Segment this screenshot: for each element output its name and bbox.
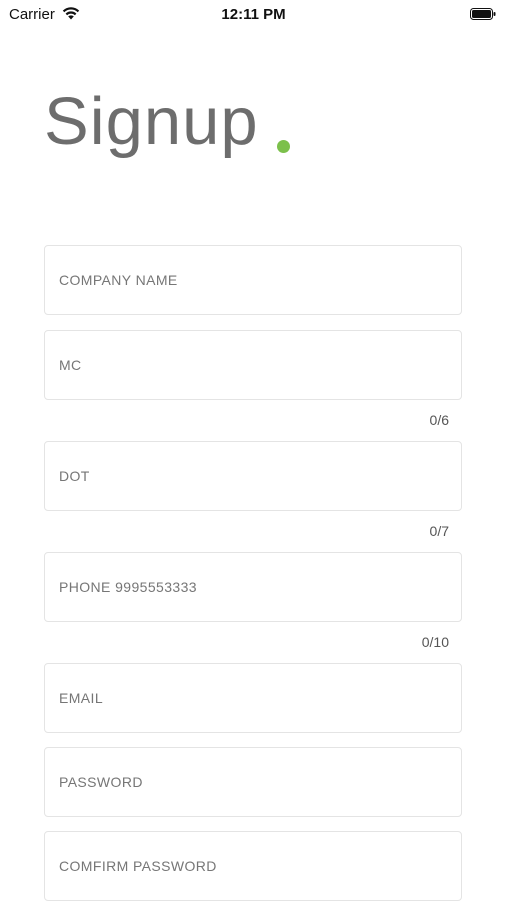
confirm-password-input[interactable] xyxy=(45,832,461,900)
status-bar: Carrier 12:11 PM xyxy=(0,0,507,30)
company-name-input[interactable] xyxy=(45,246,461,314)
mc-character-counter: 0/6 xyxy=(429,412,449,428)
battery-full-icon xyxy=(470,8,496,20)
email-field[interactable] xyxy=(44,663,462,733)
dot-input[interactable] xyxy=(45,442,461,510)
mc-field[interactable] xyxy=(44,330,462,400)
phone-input[interactable] xyxy=(45,553,461,621)
confirm-password-field[interactable] xyxy=(44,831,462,901)
password-field[interactable] xyxy=(44,747,462,817)
email-input[interactable] xyxy=(45,664,461,732)
page-header: Signup xyxy=(44,82,290,172)
status-time: 12:11 PM xyxy=(221,6,286,23)
page-title: Signup xyxy=(44,84,259,159)
phone-character-counter: 0/10 xyxy=(421,634,449,650)
company-name-field[interactable] xyxy=(44,245,462,315)
phone-field[interactable] xyxy=(44,552,462,622)
password-input[interactable] xyxy=(45,748,461,816)
mc-input[interactable] xyxy=(45,331,461,399)
dot-character-counter: 0/7 xyxy=(429,523,449,539)
title-accent-dot xyxy=(277,140,290,153)
dot-field[interactable] xyxy=(44,441,462,511)
